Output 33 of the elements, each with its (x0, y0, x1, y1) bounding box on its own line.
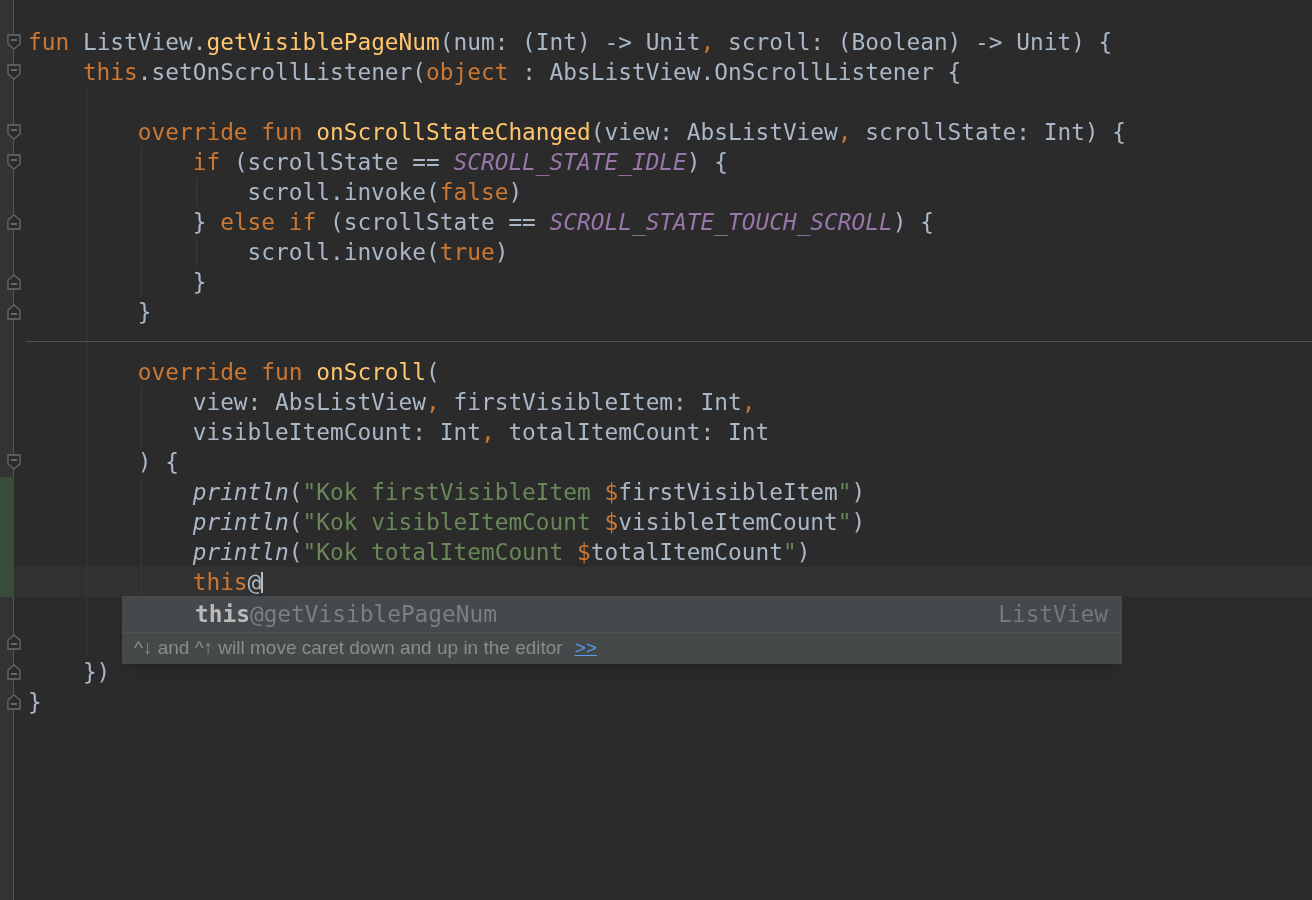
code-line: scroll.invoke(true) (246, 238, 509, 267)
fold-icon[interactable] (7, 274, 21, 290)
code-line: view: AbsListView, firstVisibleItem: Int, (191, 388, 756, 417)
code-line: } (191, 268, 207, 297)
fold-icon[interactable] (7, 34, 21, 50)
fold-icon[interactable] (7, 214, 21, 230)
code-line: override fun onScrollStateChanged(view: AbsListView, scrollState: Int) { (136, 118, 1127, 147)
code-line: override fun onScroll( (136, 358, 440, 387)
fold-icon[interactable] (7, 154, 21, 170)
code-line: println("Kok totalItemCount $totalItemCount") (191, 538, 811, 567)
fold-icon[interactable] (7, 304, 21, 320)
code-line: scroll.invoke(false) (246, 178, 523, 207)
code-line: this@ (191, 568, 262, 597)
fold-icon[interactable] (7, 124, 21, 140)
code-line: if (scrollState == SCROLL_STATE_IDLE) { (191, 148, 728, 177)
more-link[interactable]: >> (574, 634, 597, 663)
code-line: println("Kok firstVisibleItem $firstVisibleItem") (191, 478, 866, 507)
fold-icon[interactable] (7, 694, 21, 710)
code-line: } else if (scrollState == SCROLL_STATE_TOUCH_SCROLL) { (191, 208, 934, 237)
code-line: ) { (136, 448, 179, 477)
code-line: println("Kok visibleItemCount $visibleItemCount") (191, 508, 866, 537)
code-line: } (28, 688, 42, 717)
code-line: } (136, 298, 152, 327)
code-line: fun ListView.getVisiblePageNum(num: (Int) -> Unit, scroll: (Boolean) -> Unit) { (28, 28, 1113, 57)
hint-text: ^↓ and ^↑ will move caret down and up in the editor (134, 636, 563, 661)
fold-icon[interactable] (7, 454, 21, 470)
code-line: this.setOnScrollListener(object : AbsListView.OnScrollListener { (81, 58, 962, 87)
fold-icon[interactable] (7, 664, 21, 680)
code-line: }) (81, 658, 111, 687)
fold-icon[interactable] (7, 64, 21, 80)
text-caret (261, 572, 264, 593)
fold-icon[interactable] (7, 634, 21, 650)
code-line: visibleItemCount: Int, totalItemCount: Int (191, 418, 770, 447)
